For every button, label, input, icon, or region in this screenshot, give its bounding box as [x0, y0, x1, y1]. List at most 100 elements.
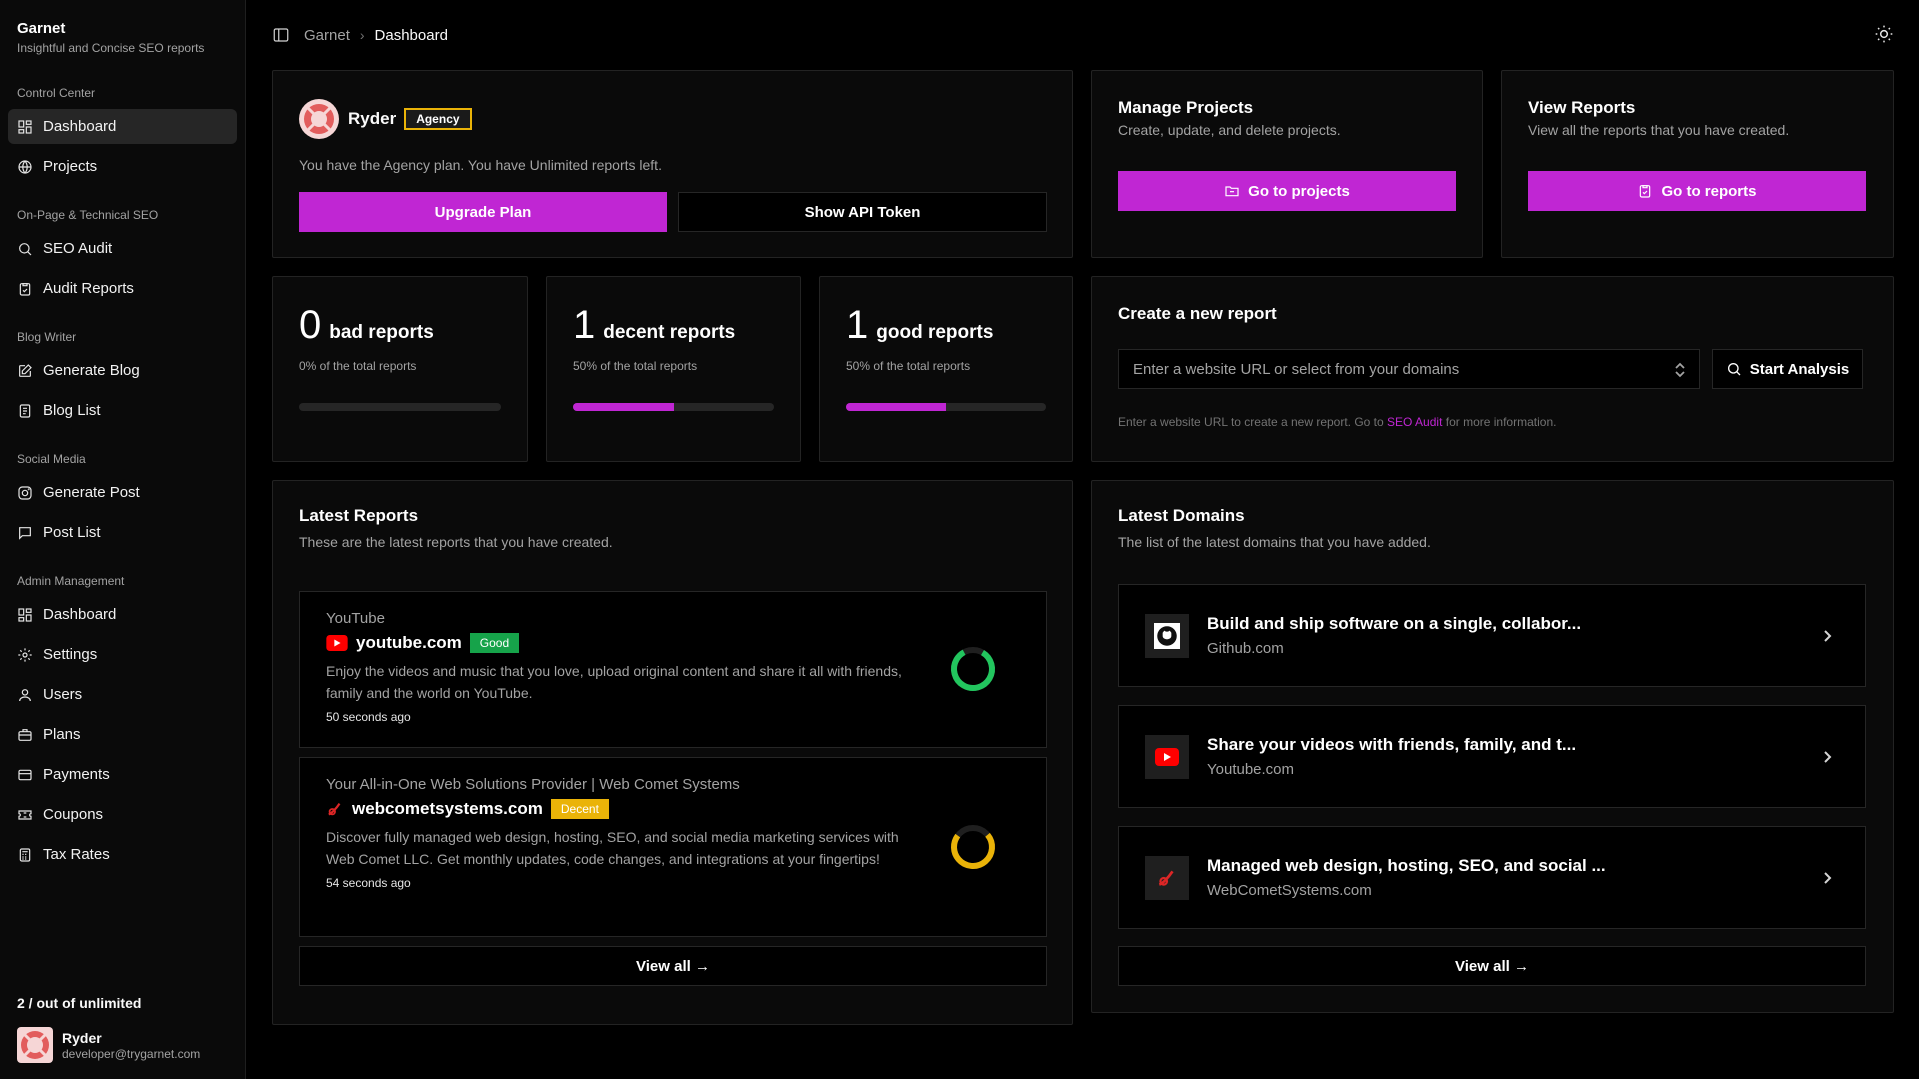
sidebar-item-plans[interactable]: Plans — [8, 717, 237, 752]
topbar: Garnet › Dashboard — [246, 0, 1919, 70]
new-report-help: Enter a website URL to create a new repo… — [1118, 415, 1556, 429]
sidebar-item-blog-list[interactable]: Blog List — [8, 393, 237, 428]
progress-bar — [846, 403, 1046, 411]
latest-reports-subtitle: These are the latest reports that you ha… — [299, 534, 613, 550]
sidebar-item-label: Generate Post — [43, 484, 140, 501]
scroll-icon — [17, 403, 33, 419]
stat-count: 1 — [573, 303, 596, 347]
briefcase-icon — [17, 727, 33, 743]
go-to-projects-button[interactable]: Go to projects — [1118, 171, 1456, 211]
sidebar-item-seo-audit[interactable]: SEO Audit — [8, 231, 237, 266]
sidebar-item-label: Dashboard — [43, 606, 117, 623]
report-description: Enjoy the videos and music that you love… — [326, 663, 902, 701]
group-label-social-media: Social Media — [17, 452, 86, 466]
stat-count: 1 — [846, 303, 869, 347]
start-analysis-label: Start Analysis — [1749, 360, 1850, 378]
domain-url: Youtube.com — [1207, 761, 1295, 778]
breadcrumb: Garnet › Dashboard — [304, 27, 448, 44]
domain-item[interactable]: Build and ship software on a single, col… — [1118, 584, 1866, 687]
stat-card-good: 1 good reports 50% of the total reports — [819, 276, 1073, 462]
report-site-title: Your All-in-One Web Solutions Provider |… — [326, 776, 740, 793]
search-icon — [1726, 361, 1742, 377]
go-to-projects-label: Go to projects — [1248, 182, 1350, 200]
sidebar-item-post-list[interactable]: Post List — [8, 515, 237, 550]
report-item[interactable]: Your All-in-One Web Solutions Provider |… — [299, 757, 1047, 937]
sidebar-item-label: Plans — [43, 726, 81, 743]
sidebar-item-coupons[interactable]: Coupons — [8, 797, 237, 832]
user-name: Ryder — [62, 1029, 102, 1046]
domain-title: Managed web design, hosting, SEO, and so… — [1207, 856, 1606, 875]
user-email: developer@trygarnet.com — [62, 1046, 201, 1061]
sidebar-item-label: Settings — [43, 646, 98, 663]
sidebar-item-settings[interactable]: Settings — [8, 637, 237, 672]
latest-domains-subtitle: The list of the latest domains that you … — [1118, 534, 1431, 550]
report-domain: youtube.com — [356, 633, 462, 652]
domain-item[interactable]: Managed web design, hosting, SEO, and so… — [1118, 826, 1866, 929]
usage-summary: 2 / out of unlimited — [17, 995, 142, 1011]
sidebar-item-users[interactable]: Users — [8, 677, 237, 712]
credit-card-icon — [17, 767, 33, 783]
brand-tagline: Insightful and Concise SEO reports — [17, 41, 205, 55]
stat-label: bad reports — [329, 322, 434, 343]
go-to-reports-button[interactable]: Go to reports — [1528, 171, 1866, 211]
report-description: Discover fully managed web design, hosti… — [326, 829, 899, 867]
progress-bar — [573, 403, 774, 411]
layout-grid-icon — [17, 607, 33, 623]
group-label-admin: Admin Management — [17, 574, 125, 588]
sidebar-item-generate-post[interactable]: Generate Post — [8, 475, 237, 510]
chevron-right-icon — [1819, 749, 1835, 765]
view-reports-title: View Reports — [1528, 98, 1636, 117]
globe-icon — [17, 159, 33, 175]
report-item[interactable]: YouTube youtube.com Good Enjoy the video… — [299, 591, 1047, 748]
show-api-token-button[interactable]: Show API Token — [678, 192, 1047, 232]
domain-item[interactable]: Share your videos with friends, family, … — [1118, 705, 1866, 808]
upgrade-plan-button[interactable]: Upgrade Plan — [299, 192, 667, 232]
youtube-icon — [326, 635, 348, 651]
report-site-title: YouTube — [326, 610, 385, 627]
edit-icon — [17, 363, 33, 379]
sidebar-item-projects[interactable]: Projects — [8, 149, 237, 184]
url-input[interactable]: Enter a website URL or select from your … — [1118, 349, 1700, 389]
sidebar-item-label: SEO Audit — [43, 240, 113, 257]
stat-card-decent: 1 decent reports 50% of the total report… — [546, 276, 801, 462]
sidebar-item-dashboard[interactable]: Dashboard — [8, 109, 237, 144]
sidebar-item-tax-rates[interactable]: Tax Rates — [8, 837, 237, 872]
chevron-right-icon — [1819, 628, 1835, 644]
sidebar-item-payments[interactable]: Payments — [8, 757, 237, 792]
webcomet-icon — [1145, 855, 1189, 900]
view-all-reports-button[interactable]: View all → — [299, 946, 1047, 986]
group-label-blog-writer: Blog Writer — [17, 330, 77, 344]
manage-projects-subtitle: Create, update, and delete projects. — [1118, 122, 1341, 138]
sidebar-item-label: Payments — [43, 766, 110, 783]
start-analysis-button[interactable]: Start Analysis — [1712, 349, 1863, 389]
plan-badge: Agency — [404, 108, 472, 130]
help-suffix: for more information. — [1445, 415, 1557, 429]
report-time: 50 seconds ago — [326, 710, 411, 725]
seo-audit-link[interactable]: SEO Audit — [1387, 415, 1442, 429]
view-all-domains-button[interactable]: View all → — [1118, 946, 1866, 986]
layout-grid-icon — [17, 119, 33, 135]
sidebar-toggle-icon[interactable] — [272, 26, 290, 44]
domain-title: Share your videos with friends, family, … — [1207, 735, 1577, 754]
go-to-reports-label: Go to reports — [1661, 182, 1757, 200]
score-ring — [951, 825, 995, 869]
sun-icon[interactable] — [1874, 24, 1894, 44]
calculator-icon — [17, 847, 33, 863]
breadcrumb-root[interactable]: Garnet — [304, 27, 350, 44]
youtube-icon — [1145, 734, 1189, 779]
sidebar-item-admin-dashboard[interactable]: Dashboard — [8, 597, 237, 632]
avatar — [299, 99, 339, 139]
instagram-icon — [17, 485, 33, 501]
sidebar-item-label: Generate Blog — [43, 362, 140, 379]
latest-reports-title: Latest Reports — [299, 506, 419, 525]
sidebar-item-generate-blog[interactable]: Generate Blog — [8, 353, 237, 388]
report-domain: webcometsystems.com — [352, 799, 543, 818]
user-profile[interactable]: Ryder developer@trygarnet.com — [8, 1027, 237, 1079]
gear-icon — [17, 647, 33, 663]
sidebar-item-audit-reports[interactable]: Audit Reports — [8, 271, 237, 306]
sidebar-item-label: Coupons — [43, 806, 104, 823]
domain-url: WebCometSystems.com — [1207, 882, 1372, 899]
help-prefix: Enter a website URL to create a new repo… — [1118, 415, 1384, 429]
domain-title: Build and ship software on a single, col… — [1207, 614, 1582, 633]
stat-subtext: 0% of the total reports — [299, 359, 417, 373]
